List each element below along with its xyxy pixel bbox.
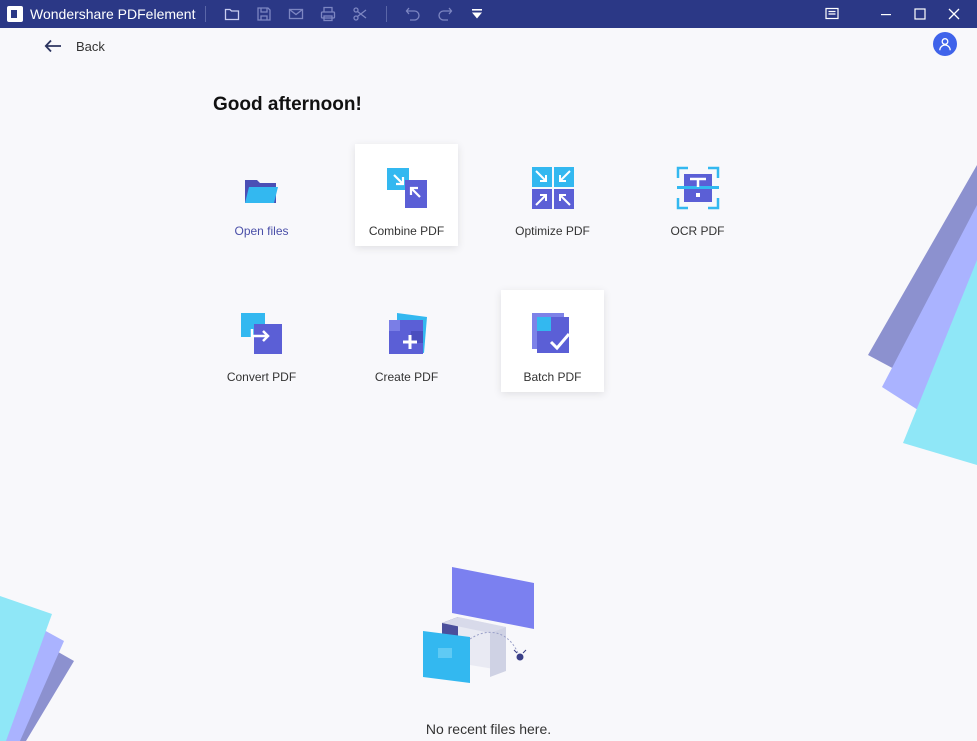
toolbar-separator	[205, 6, 207, 22]
save-icon[interactable]	[248, 0, 280, 28]
tile-label: Optimize PDF	[515, 224, 590, 238]
decorative-shapes-right	[868, 165, 977, 465]
title-bar: Wondershare PDFelement	[0, 0, 977, 28]
tile-label: OCR PDF	[670, 224, 725, 238]
optimize-icon	[531, 167, 574, 209]
feedback-icon[interactable]	[815, 0, 849, 28]
dropdown-icon[interactable]	[461, 0, 493, 28]
undo-icon[interactable]	[397, 0, 429, 28]
empty-recent-message: No recent files here.	[425, 721, 552, 737]
minimize-icon	[881, 14, 891, 16]
tile-open-files[interactable]: Open files	[210, 144, 313, 246]
tile-convert-pdf[interactable]: Convert PDF	[210, 290, 313, 392]
empty-files-illustration	[423, 567, 534, 683]
tile-ocr-pdf[interactable]: OCR PDF	[646, 144, 749, 246]
tile-batch-pdf[interactable]: Batch PDF	[501, 290, 604, 392]
batch-icon	[531, 313, 570, 353]
toolbar-separator	[386, 6, 388, 22]
greeting-heading: Good afternoon!	[213, 94, 362, 115]
scissors-icon[interactable]	[344, 0, 376, 28]
tile-create-pdf[interactable]: Create PDF	[355, 290, 458, 392]
mail-icon[interactable]	[280, 0, 312, 28]
close-icon	[948, 8, 960, 20]
maximize-button[interactable]	[903, 0, 937, 28]
close-button[interactable]	[937, 0, 971, 28]
app-logo-icon	[7, 6, 23, 22]
tile-label: Batch PDF	[523, 370, 582, 384]
decorative-shapes-left	[0, 596, 74, 741]
back-label: Back	[76, 38, 105, 54]
tile-label: Create PDF	[374, 370, 439, 384]
ocr-icon	[676, 166, 719, 210]
combine-icon	[386, 168, 427, 208]
avatar[interactable]	[933, 32, 957, 56]
tile-label: Open files	[234, 224, 289, 238]
tile-label: Combine PDF	[368, 224, 445, 238]
tile-label: Convert PDF	[226, 370, 297, 384]
arrow-left-icon	[44, 39, 61, 53]
tile-optimize-pdf[interactable]: Optimize PDF	[501, 144, 604, 246]
minimize-button[interactable]	[869, 0, 903, 28]
redo-icon[interactable]	[429, 0, 461, 28]
tile-combine-pdf[interactable]: Combine PDF	[355, 144, 458, 246]
user-icon	[939, 38, 951, 51]
folder-icon[interactable]	[216, 0, 248, 28]
app-title: Wondershare PDFelement	[30, 6, 196, 22]
convert-icon	[240, 313, 282, 354]
create-icon	[388, 313, 427, 354]
maximize-icon	[914, 8, 926, 20]
print-icon[interactable]	[312, 0, 344, 28]
folder-open-icon	[244, 180, 278, 203]
back-button[interactable]: Back	[44, 36, 105, 56]
